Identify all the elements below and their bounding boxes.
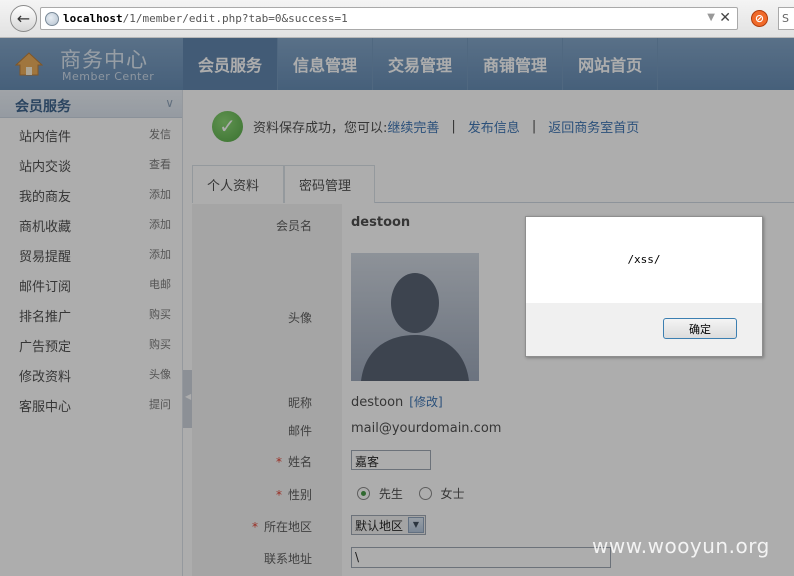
- search-field[interactable]: S: [778, 7, 794, 30]
- ok-button[interactable]: 确定: [663, 318, 737, 339]
- back-arrow-icon[interactable]: ←: [10, 5, 37, 32]
- dropdown-arrow-icon[interactable]: ▼: [707, 12, 715, 23]
- url-text: localhost/1/member/edit.php?tab=0&succes…: [63, 12, 348, 25]
- alert-message: /xss/: [627, 253, 661, 266]
- watermark: www.wooyun.org: [592, 534, 770, 558]
- stop-icon[interactable]: ✕: [719, 10, 731, 26]
- address-bar[interactable]: localhost/1/member/edit.php?tab=0&succes…: [40, 7, 738, 30]
- alert-dialog: /xss/ 确定: [525, 216, 763, 357]
- block-icon[interactable]: ⊘: [751, 10, 768, 27]
- alert-dialog-body: /xss/: [526, 217, 762, 303]
- globe-icon: [45, 12, 59, 26]
- browser-toolbar: ← localhost/1/member/edit.php?tab=0&succ…: [0, 0, 794, 38]
